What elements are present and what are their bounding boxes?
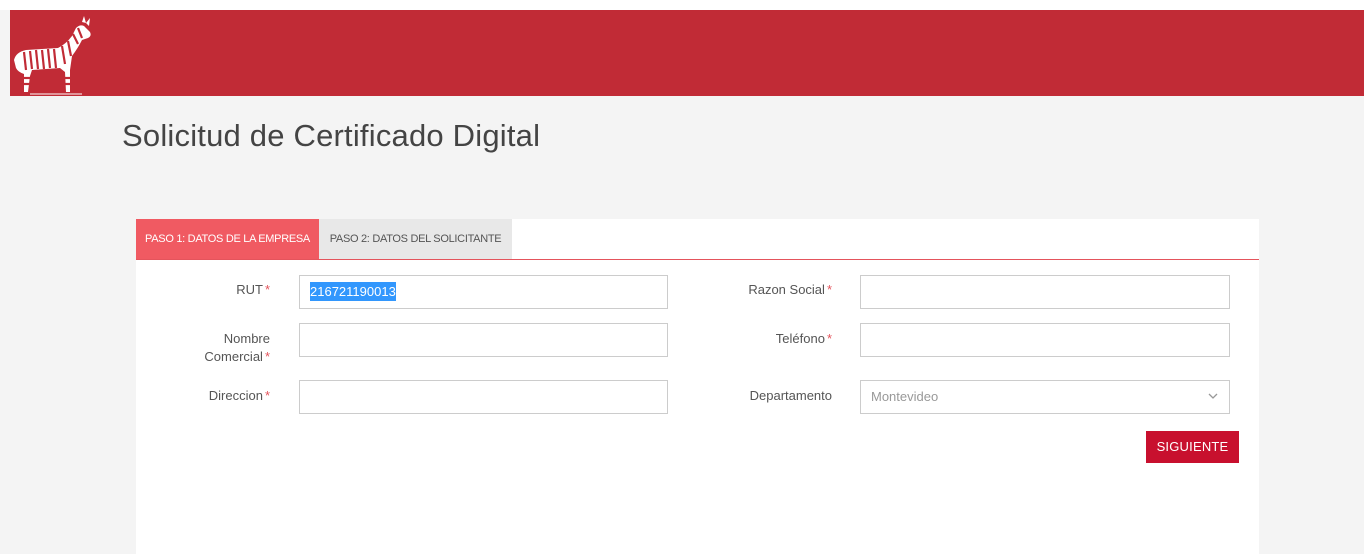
top-strip <box>0 0 1364 10</box>
direccion-label: Direccion * <box>146 387 270 405</box>
nombre-comercial-label-line1: Nombre <box>223 331 270 346</box>
tab-step-1[interactable]: PASO 1: DATOS DE LA EMPRESA <box>136 219 319 259</box>
departamento-select[interactable]: Montevideo <box>860 380 1230 414</box>
departamento-label: Departamento <box>696 387 832 405</box>
razon-social-input[interactable] <box>860 275 1230 309</box>
step-tabs: PASO 1: DATOS DE LA EMPRESA PASO 2: DATO… <box>136 219 1259 260</box>
required-mark: * <box>264 282 270 297</box>
rut-input-value: 216721190013 <box>310 282 396 301</box>
page-title: Solicitud de Certificado Digital <box>122 118 541 153</box>
departamento-select-value: Montevideo <box>871 389 939 404</box>
direccion-label-text: Direccion <box>208 388 263 403</box>
rut-label-text: RUT <box>236 282 263 297</box>
nombre-comercial-label: Nombre Comercial * <box>146 330 270 366</box>
form-card: PASO 1: DATOS DE LA EMPRESA PASO 2: DATO… <box>136 219 1259 554</box>
rut-label: RUT * <box>146 281 270 299</box>
rut-input[interactable]: 216721190013 <box>299 275 668 309</box>
telefono-label: Teléfono * <box>696 330 832 348</box>
next-button[interactable]: SIGUIENTE <box>1146 431 1239 463</box>
telefono-input[interactable] <box>860 323 1230 357</box>
tab-step-2[interactable]: PASO 2: DATOS DEL SOLICITANTE <box>319 219 512 259</box>
required-mark: * <box>264 388 270 403</box>
nombre-comercial-label-line2: Comercial <box>204 349 263 364</box>
razon-social-label-text: Razon Social <box>748 282 825 297</box>
direccion-input[interactable] <box>299 380 668 414</box>
zebra-logo-icon <box>14 16 91 95</box>
required-mark: * <box>826 331 832 346</box>
required-mark: * <box>264 349 270 364</box>
razon-social-label: Razon Social * <box>696 281 832 299</box>
chevron-down-icon <box>1208 393 1218 399</box>
telefono-label-text: Teléfono <box>775 331 825 346</box>
departamento-label-text: Departamento <box>749 388 832 403</box>
app-header <box>10 10 1364 96</box>
nombre-comercial-input[interactable] <box>299 323 668 357</box>
required-mark: * <box>826 282 832 297</box>
